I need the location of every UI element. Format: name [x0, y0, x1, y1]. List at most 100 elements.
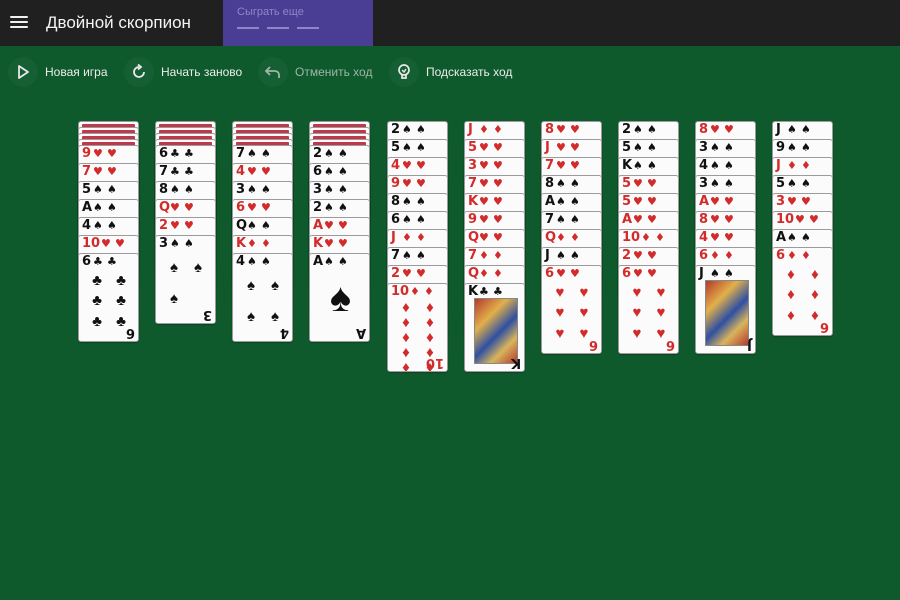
playing-card[interactable]: 6 ♥ ♥ ♥ ♥ ♥ ♥ ♥ ♥ 6: [541, 265, 602, 354]
card-suit-pip: ♠: [261, 255, 271, 268]
card-suit-pip: ♣: [479, 285, 489, 298]
playing-card[interactable]: 6 ♦ ♦ ♦ ♦ ♦ ♦ ♦ ♦ 6: [772, 247, 833, 336]
card-rank: K: [313, 236, 324, 251]
card-suit-pip: ♠: [247, 255, 257, 268]
card-rank-bottom: 6: [819, 319, 829, 334]
playing-card[interactable]: 6 ♣ ♣ ♣ ♣ ♣ ♣ ♣ ♣ 6: [78, 253, 139, 342]
pip: ♦: [426, 299, 434, 316]
pip: ♦: [426, 329, 434, 346]
card-suit-pip: ♥: [338, 237, 348, 250]
card-pips: ♦ ♦ ♦ ♦ ♦ ♦: [779, 264, 827, 326]
card-suit-pip: ♣: [107, 255, 117, 268]
card-suit-pip: ♠: [261, 219, 271, 232]
card-suit-pip: ♥: [93, 165, 103, 178]
card-suit-pip: ♠: [338, 255, 348, 268]
card-suit-pip: ♠: [801, 141, 811, 154]
card-suit-pip: ♦: [787, 159, 797, 172]
playing-card[interactable]: 6 ♥ ♥ ♥ ♥ ♥ ♥ ♥ ♥ 6: [618, 265, 679, 354]
playing-card[interactable]: 10 ♦ ♦ ♦ ♦ ♦ ♦ ♦ ♦ ♦ ♦ ♦ ♦ 10: [387, 283, 448, 372]
card-suit-pip: ♠: [247, 183, 257, 196]
card-rank: A: [313, 254, 324, 269]
card-suit-pip: ♥: [795, 213, 805, 226]
pip: ♥: [555, 283, 565, 301]
pip: ♣: [116, 313, 126, 331]
card-suit-pip: ♥: [710, 123, 720, 136]
card-rank-bottom: 3: [202, 307, 212, 322]
card-rank: 3: [699, 140, 709, 155]
pip: ♣: [92, 313, 102, 331]
playing-card[interactable]: A ♠ ♠ ♠ A: [309, 253, 370, 342]
card-rank: 4: [82, 218, 92, 233]
card-suit-pip: ♥: [324, 237, 334, 250]
card-rank: 9: [82, 146, 92, 161]
card-rank: 7: [82, 164, 92, 179]
playing-card[interactable]: 3 ♠ ♠ ♠ ♠ ♠ 3: [155, 235, 216, 324]
card-rank: 7: [468, 248, 478, 263]
card-suit-pip: ♥: [247, 165, 257, 178]
card-suit-pip: ♥: [479, 159, 489, 172]
card-rank: 8: [545, 122, 555, 137]
card-suit-pip: ♦: [493, 123, 503, 136]
card-pips: ♦ ♦ ♦ ♦ ♦ ♦ ♦ ♦ ♦ ♦: [394, 299, 442, 371]
card-suit-pip: ♥: [633, 249, 643, 262]
card-rank: 6: [622, 266, 632, 281]
card-suit-pip: ♥: [115, 237, 125, 250]
card-rank: 6: [699, 248, 709, 263]
card-suit-pip: ♦: [724, 249, 734, 262]
card-rank: Q: [236, 218, 248, 233]
card-suit-pip: ♥: [647, 195, 657, 208]
card-rank: J: [776, 122, 781, 137]
card-rank: J: [391, 230, 396, 245]
playing-card[interactable]: K ♣ ♣ K: [464, 283, 525, 372]
pip: ♥: [579, 283, 589, 301]
pip: ♥: [555, 304, 565, 322]
pip: ♠: [247, 277, 255, 294]
card-suit-pip: ♦: [801, 159, 811, 172]
card-suit-pip: ♥: [570, 141, 580, 154]
card-suit-pip: ♠: [570, 177, 580, 190]
card-suit-pip: ♣: [493, 285, 503, 298]
pip: ♦: [811, 286, 819, 304]
card-suit-pip: ♠: [570, 195, 580, 208]
card-rank: 6: [391, 212, 401, 227]
tableau: 9 ♥ ♥ 7 ♥ ♥ 5 ♠ ♠ A ♠ ♠ 4 ♠ ♠ 10 ♥ ♥ 6 ♣ ♣ ♣ ♣ ♣ ♣ ♣ ♣ 6 6 ♣ ♣ 7 ♣ ♣ 8 ♠ ♠ Q ♥…: [0, 0, 900, 600]
card-rank: 6: [236, 200, 246, 215]
card-rank: 5: [776, 176, 786, 191]
card-suit-pip: ♥: [107, 147, 117, 160]
pip: ♥: [579, 325, 589, 343]
card-suit-pip: ♥: [724, 213, 734, 226]
playing-card[interactable]: 4 ♠ ♠ ♠ ♠ ♠ ♠ 4: [232, 253, 293, 342]
card-rank: J: [699, 266, 704, 281]
card-rank: 6: [545, 266, 555, 281]
card-rank: 3: [776, 194, 786, 209]
card-suit-pip: ♠: [633, 159, 643, 172]
card-suit-pip: ♠: [402, 141, 412, 154]
card-rank: 10: [391, 284, 410, 299]
card-suit-pip: ♥: [710, 213, 720, 226]
card-suit-pip: ♠: [416, 123, 426, 136]
card-suit-pip: ♠: [338, 201, 348, 214]
card-suit-pip: ♠: [570, 213, 580, 226]
card-suit-pip: ♥: [261, 201, 271, 214]
card-suit-pip: ♠: [107, 183, 117, 196]
card-suit-pip: ♥: [724, 195, 734, 208]
card-rank-bottom: 10: [425, 355, 444, 370]
card-rank: 2: [391, 122, 401, 137]
card-suit-pip: ♠: [647, 123, 657, 136]
playing-card[interactable]: J ♠ ♠ J: [695, 265, 756, 354]
card-suit-pip: ♠: [338, 147, 348, 160]
pip: ♦: [402, 344, 410, 361]
card-suit-pip: ♥: [107, 165, 117, 178]
card-suit-pip: ♦: [261, 237, 271, 250]
card-suit-pip: ♠: [556, 177, 566, 190]
card-suit-pip: ♠: [416, 195, 426, 208]
card-rank: 3: [313, 182, 323, 197]
card-suit-pip: ♠: [338, 183, 348, 196]
card-suit-pip: ♠: [633, 123, 643, 136]
card-rank: K: [622, 158, 633, 173]
card-suit-pip: ♥: [170, 219, 180, 232]
card-suit-pip: ♥: [710, 195, 720, 208]
card-suit-pip: ♠: [710, 159, 720, 172]
card-suit-pip: ♣: [184, 165, 194, 178]
card-suit-pip: ♦: [787, 249, 797, 262]
